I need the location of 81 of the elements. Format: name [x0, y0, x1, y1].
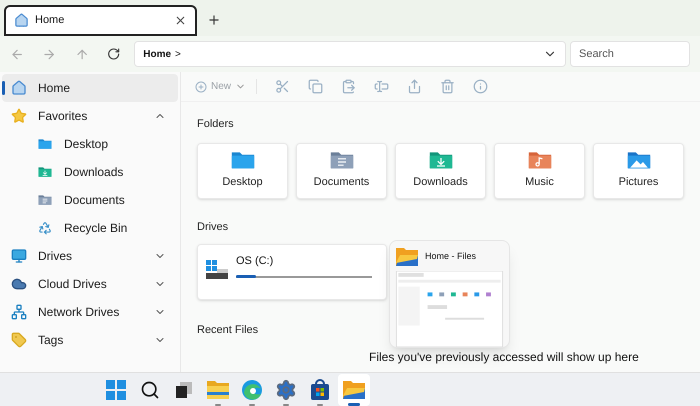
star-icon [11, 108, 27, 124]
music-folder-icon [528, 150, 552, 170]
sidebar-item[interactable]: Home [2, 74, 178, 102]
home-icon [14, 13, 29, 28]
new-tab-icon[interactable] [207, 13, 221, 27]
refresh-icon[interactable] [106, 47, 120, 61]
selection-indicator [2, 81, 5, 95]
folder-icon [230, 150, 254, 170]
sidebar-item[interactable]: Drives [2, 242, 178, 270]
task-view-icon [175, 380, 193, 398]
tab[interactable]: Home [4, 5, 197, 36]
close-icon[interactable] [174, 14, 187, 27]
breadcrumb[interactable]: Home [143, 46, 172, 62]
running-indicator [215, 404, 221, 406]
monitor-icon [11, 248, 27, 264]
folder-label: Downloads [413, 175, 468, 190]
sidebar-label: Downloads [64, 164, 124, 181]
section-heading: Recent Files [197, 323, 260, 338]
sidebar-item[interactable]: Recycle Bin [2, 214, 178, 242]
search-icon [140, 380, 160, 400]
browser-icon [241, 378, 263, 400]
sidebar-item[interactable]: Network Drives [2, 298, 178, 326]
sidebar-label: Home [38, 80, 72, 97]
sidebar-item[interactable]: Tags [2, 326, 178, 354]
sidebar-label: Tags [38, 332, 64, 349]
sidebar-label: Favorites [38, 108, 88, 125]
folder-label: Documents [314, 175, 370, 190]
folder-card[interactable]: Desktop [197, 142, 288, 198]
active-indicator [348, 402, 360, 406]
sidebar-label: Network Drives [38, 304, 120, 321]
picture-folder-icon [626, 150, 650, 170]
sidebar-item[interactable]: Documents [2, 186, 178, 214]
sidebar-label: Drives [38, 248, 74, 265]
running-indicator [283, 404, 289, 406]
home-icon [11, 80, 27, 96]
folder-card[interactable]: Music [494, 142, 585, 198]
plus-icon [195, 80, 207, 92]
folder-card[interactable]: Pictures [593, 142, 684, 198]
running-indicator [249, 404, 255, 406]
folder-label: Music [525, 175, 554, 190]
sidebar-label: Recycle Bin [64, 220, 128, 237]
section-heading: Drives [197, 220, 230, 234]
folder-label: Pictures [618, 175, 658, 190]
recycle-bin-icon [38, 221, 52, 235]
store-icon [310, 378, 330, 400]
cloud-icon [11, 276, 27, 292]
folder-icon [395, 247, 419, 267]
tag-icon [11, 332, 27, 348]
sidebar-item[interactable]: Cloud Drives [2, 270, 178, 298]
folder-icon [342, 380, 366, 400]
address-bar[interactable]: Home > [134, 41, 566, 67]
tab-label: Home [35, 13, 66, 28]
settings-icon [275, 378, 297, 400]
preview-title: Home - Files [425, 250, 476, 264]
document-folder-icon [38, 194, 52, 206]
windows-logo-icon [106, 380, 126, 400]
drive-icon [206, 259, 228, 281]
sidebar-label: Documents [64, 192, 126, 209]
empty-message: Files you've previously accessed will show up here [369, 348, 640, 366]
folder-card[interactable]: Documents [296, 142, 387, 198]
folder-label: Desktop [222, 175, 263, 190]
drive-label: OS (C:) [236, 254, 274, 269]
taskbar-app[interactable] [338, 374, 370, 406]
sidebar-item[interactable]: Desktop [2, 130, 178, 158]
section-heading: Folders [197, 117, 235, 132]
sidebar-item[interactable]: Favorites [2, 102, 178, 130]
network-icon [11, 304, 27, 320]
document-folder-icon [330, 150, 354, 170]
download-folder-icon [428, 150, 452, 170]
folder-icon [38, 138, 52, 150]
sidebar-label: Cloud Drives [38, 276, 108, 293]
search-field[interactable]: Search [570, 41, 690, 67]
breadcrumb-separator: > [175, 48, 182, 62]
folder-card[interactable]: Downloads [395, 142, 486, 198]
drive-card[interactable]: OS (C:) [197, 244, 387, 300]
window-preview[interactable]: Home - Files [389, 240, 510, 348]
running-indicator [317, 404, 323, 406]
download-folder-icon [38, 166, 52, 178]
folder-icon [206, 380, 230, 400]
sidebar-item[interactable]: Downloads [2, 158, 178, 186]
sidebar-label: Desktop [64, 136, 110, 153]
